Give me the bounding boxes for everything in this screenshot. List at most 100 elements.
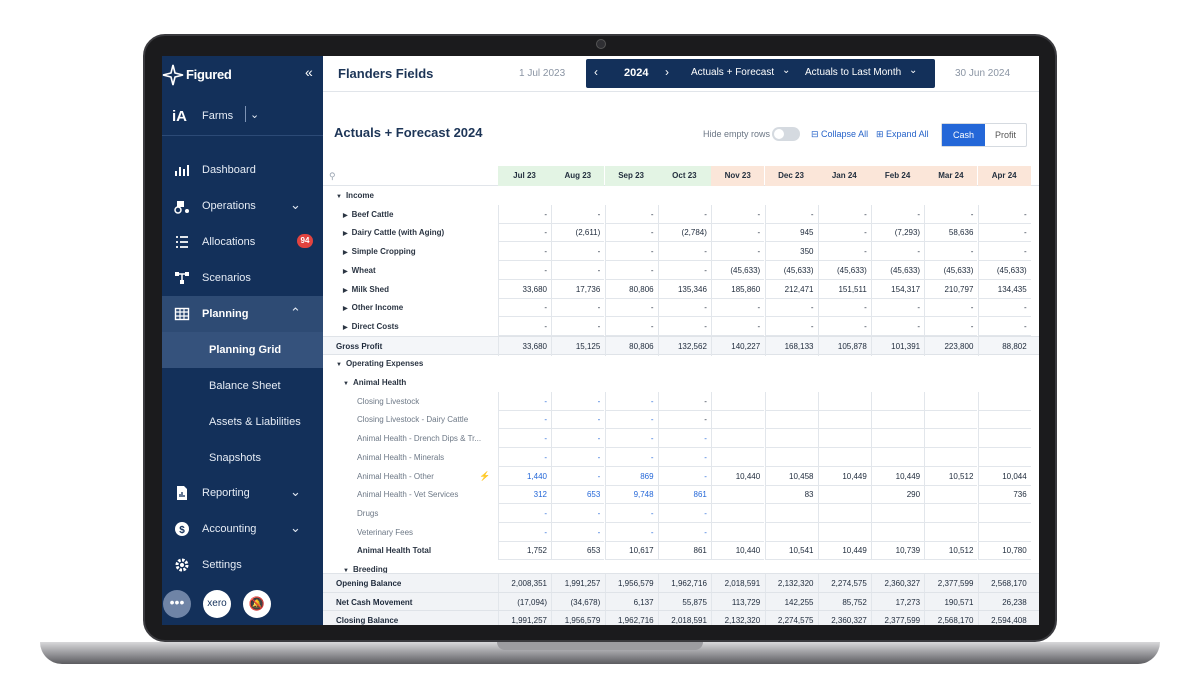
hide-empty-toggle[interactable] [772, 127, 800, 141]
table-cell[interactable] [764, 522, 818, 542]
table-cell[interactable]: 185,860 [711, 279, 765, 299]
table-cell[interactable]: 223,800 [924, 336, 977, 356]
table-cell[interactable] [764, 391, 818, 411]
table-cell[interactable]: - [817, 316, 871, 336]
nav-planning[interactable]: Planning ⌃ [162, 296, 323, 332]
table-cell[interactable] [871, 429, 925, 449]
table-cell[interactable] [977, 429, 1031, 449]
table-cell[interactable]: 101,391 [871, 336, 924, 356]
table-row[interactable]: Drugs - - - - [323, 503, 1039, 523]
table-cell[interactable]: 105,878 [817, 336, 871, 356]
table-cell[interactable]: - [551, 429, 605, 449]
more-icon[interactable]: ••• [163, 590, 191, 618]
table-row[interactable]: Closing Livestock - - - - [323, 391, 1039, 411]
table-cell[interactable]: (2,784) [657, 223, 711, 243]
mode-dropdown[interactable]: Actuals + Forecast [691, 67, 774, 78]
table-cell[interactable]: 10,780 [977, 541, 1031, 561]
table-row[interactable]: ▶ Wheat - - - - (45,633) (45,633) (45,633) (45,63… [323, 260, 1039, 280]
table-cell[interactable] [871, 391, 925, 411]
table-cell[interactable]: - [551, 447, 605, 467]
table-cell[interactable]: - [871, 316, 925, 336]
table-cell[interactable]: - [551, 298, 605, 318]
chevron-down-icon[interactable]: ⌄ [290, 484, 301, 500]
table-cell[interactable] [711, 410, 765, 430]
table-cell[interactable] [764, 447, 818, 467]
table-cell[interactable]: - [977, 204, 1031, 224]
table-cell[interactable]: 10,617 [604, 541, 658, 561]
table-cell[interactable]: - [604, 223, 658, 243]
table-cell[interactable]: (45,633) [817, 260, 871, 280]
chevron-left-icon[interactable]: ‹ [594, 65, 598, 79]
table-cell[interactable]: - [657, 466, 711, 486]
table-cell[interactable]: - [817, 204, 871, 224]
collapse-sidebar-icon[interactable]: « [305, 64, 313, 80]
table-cell[interactable]: - [604, 410, 658, 430]
chevron-down-icon[interactable]: ⌄ [290, 520, 301, 536]
table-cell[interactable]: 861 [657, 541, 711, 561]
table-cell[interactable]: 88,802 [977, 336, 1031, 356]
table-cell[interactable] [924, 485, 978, 505]
table-row[interactable]: ▶ Dairy Cattle (with Aging) - (2,611) - (2,78… [323, 223, 1039, 243]
table-cell[interactable]: 10,449 [871, 466, 925, 486]
table-cell[interactable] [817, 522, 871, 542]
table-cell[interactable]: - [817, 298, 871, 318]
table-cell[interactable]: - [498, 391, 551, 411]
table-cell[interactable]: - [551, 260, 605, 280]
table-cell[interactable]: 154,317 [871, 279, 925, 299]
chevron-down-icon[interactable]: ⌄ [250, 108, 259, 121]
table-cell[interactable]: - [817, 223, 871, 243]
nav-allocations[interactable]: Allocations 94 [162, 224, 323, 260]
table-cell[interactable]: - [657, 391, 711, 411]
search-icon[interactable]: ⚲ [329, 171, 336, 182]
table-cell[interactable]: - [604, 204, 658, 224]
table-cell[interactable]: - [604, 242, 658, 262]
table-cell[interactable] [977, 447, 1031, 467]
table-cell[interactable]: 861 [657, 485, 711, 505]
table-cell[interactable]: - [657, 298, 711, 318]
table-cell[interactable]: 15,125 [551, 336, 604, 356]
chevron-down-icon[interactable]: ⌄ [909, 65, 917, 76]
nav-snapshots[interactable]: Snapshots [162, 440, 323, 476]
table-cell[interactable] [711, 485, 765, 505]
table-cell[interactable]: 10,541 [764, 541, 818, 561]
nav-planning-grid[interactable]: Planning Grid [162, 332, 323, 368]
table-cell[interactable]: 10,440 [711, 466, 765, 486]
table-cell[interactable]: - [871, 204, 925, 224]
table-cell[interactable]: 10,449 [817, 466, 871, 486]
table-cell[interactable]: 33,680 [498, 336, 551, 356]
table-cell[interactable] [871, 447, 925, 467]
table-row[interactable]: Animal Health - Drench Dips & Tr... - - - - [323, 429, 1039, 449]
table-cell[interactable]: 312 [498, 485, 551, 505]
table-cell[interactable]: 168,133 [764, 336, 818, 356]
table-cell[interactable]: 1,440 [498, 466, 551, 486]
table-cell[interactable]: - [498, 298, 551, 318]
table-cell[interactable] [817, 447, 871, 467]
table-cell[interactable]: - [551, 466, 605, 486]
bell-off-icon[interactable]: 🔕 [243, 590, 271, 618]
table-row[interactable]: Animal Health Total 1,752 653 10,617 861 10,4… [323, 541, 1039, 561]
table-cell[interactable]: 134,435 [977, 279, 1031, 299]
table-cell[interactable]: - [711, 298, 765, 318]
table-row[interactable]: ▼ Operating Expenses [323, 354, 1039, 373]
table-cell[interactable]: 80,806 [604, 336, 658, 356]
table-cell[interactable]: 10,440 [711, 541, 765, 561]
table-cell[interactable] [817, 485, 871, 505]
table-cell[interactable]: 17,736 [551, 279, 605, 299]
table-cell[interactable]: 210,797 [924, 279, 978, 299]
caret-right-icon[interactable]: ▶ [343, 249, 348, 256]
profit-button[interactable]: Profit [985, 124, 1026, 146]
table-cell[interactable]: - [604, 391, 658, 411]
table-cell[interactable] [924, 391, 978, 411]
table-cell[interactable] [977, 503, 1031, 523]
table-cell[interactable] [711, 429, 765, 449]
caret-right-icon[interactable]: ▶ [343, 212, 348, 219]
table-cell[interactable]: (45,633) [711, 260, 765, 280]
table-cell[interactable]: - [657, 503, 711, 523]
table-cell[interactable]: 10,044 [977, 466, 1031, 486]
table-cell[interactable]: 10,739 [871, 541, 925, 561]
table-cell[interactable]: - [498, 447, 551, 467]
table-cell[interactable]: 10,512 [924, 466, 978, 486]
nav-accounting[interactable]: $ Accounting ⌄ [162, 511, 323, 547]
table-cell[interactable]: - [657, 447, 711, 467]
table-cell[interactable]: 9,748 [604, 485, 658, 505]
